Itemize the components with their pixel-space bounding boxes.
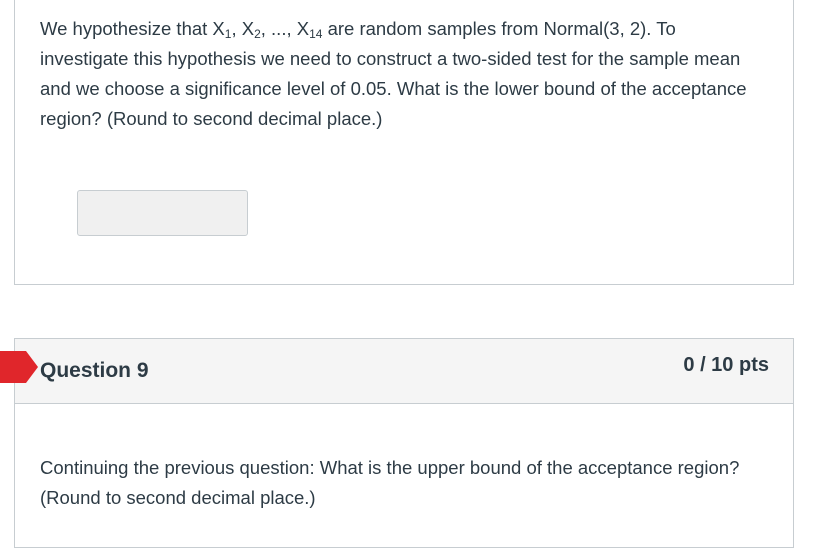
incorrect-flag-icon [0,351,38,383]
question-points: 0 / 10 pts [683,354,769,376]
question-9-card: Question 9 0 / 10 pts [14,338,794,548]
question-8-text: We hypothesize that X1, X2, ..., X14 are… [40,18,747,129]
answer-field[interactable] [77,190,248,236]
question-title: Question 9 [40,359,149,382]
question-9-text: Continuing the previous question: What i… [40,457,740,508]
question-header: Question 9 0 / 10 pts [15,339,793,404]
